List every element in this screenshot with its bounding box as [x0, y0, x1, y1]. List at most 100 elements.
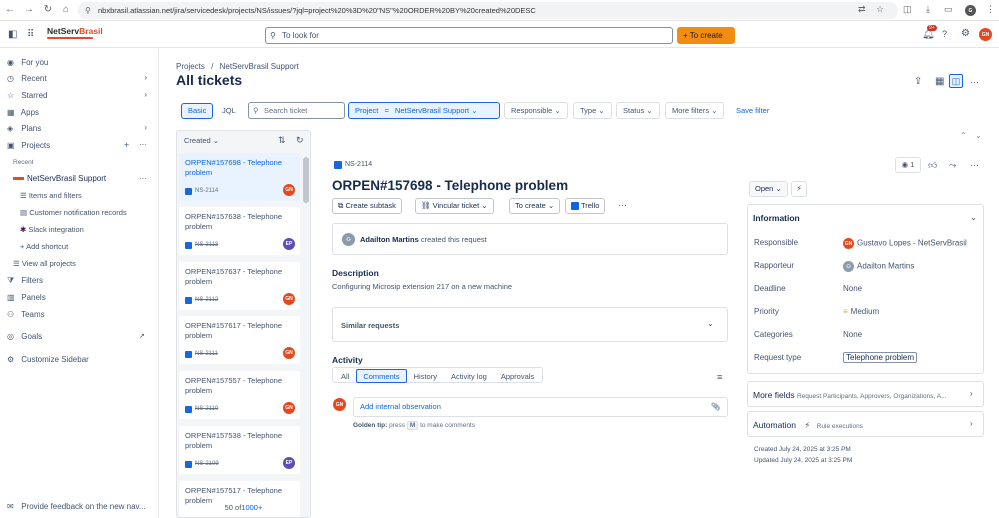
- sidebar-item-plans[interactable]: ◈ Plans: [7, 123, 41, 135]
- jql-mode-button[interactable]: JQL: [222, 106, 236, 115]
- tab-history[interactable]: History: [407, 369, 444, 383]
- chevron-right-icon[interactable]: ›: [144, 90, 147, 99]
- automation-panel[interactable]: Automation ⚡︎ Rule executions ›: [747, 411, 984, 437]
- sidebar-item-for-you[interactable]: ◉ For you: [7, 57, 48, 69]
- sidebar-item-items-filters[interactable]: ☰ Items and filters: [20, 191, 82, 200]
- to-create-dropdown[interactable]: To create ⌄: [509, 198, 561, 214]
- issue-title[interactable]: ORPEN#157698 - Telephone problem: [332, 178, 568, 193]
- issue-key[interactable]: NS-2114: [345, 161, 372, 168]
- extensions-icon[interactable]: ◫: [903, 4, 912, 15]
- similar-requests-panel[interactable]: Similar requests ⌄: [332, 307, 728, 342]
- sidebar-item-customize[interactable]: ⚙ Customize Sidebar: [7, 354, 89, 366]
- project-more-icon[interactable]: ···: [139, 174, 147, 183]
- sidebar-item-slack[interactable]: ✱ Slack integration: [20, 225, 84, 234]
- chevron-right-icon[interactable]: ›: [144, 73, 147, 82]
- sidebar-item-goals[interactable]: ◎ Goals: [7, 331, 42, 343]
- field-value[interactable]: GN Gustavo Lopes - NetServBrasil: [843, 238, 967, 249]
- create-subtask-button[interactable]: ⧉ Create subtask: [332, 198, 402, 214]
- field-value[interactable]: ≡ Medium: [843, 307, 879, 316]
- watchers-button[interactable]: ◉ 1: [895, 157, 921, 173]
- ticket-card[interactable]: ORPEN#157638 - Telephone problem NS-2113 E…: [179, 207, 300, 255]
- refresh-icon[interactable]: ↻: [296, 135, 304, 146]
- sidebar-item-panels[interactable]: ▥ Panels: [7, 292, 46, 304]
- sidebar-item-projects[interactable]: ▣ Projects: [7, 140, 50, 152]
- sidebar-item-view-all-projects[interactable]: ☰ View all projects: [13, 259, 76, 268]
- browser-menu-icon[interactable]: ⋮: [986, 4, 995, 15]
- feedback-link[interactable]: ✉ Provide feedback on the new nav...: [7, 501, 146, 513]
- forward-icon[interactable]: →: [23, 4, 35, 15]
- sidebar-item-apps[interactable]: ▦ Apps: [7, 107, 39, 119]
- attachment-icon[interactable]: 📎︎: [711, 398, 721, 416]
- help-icon[interactable]: ?: [942, 29, 947, 39]
- chevron-down-icon[interactable]: ⌄: [707, 319, 714, 328]
- settings-gear-icon[interactable]: ⚙: [961, 28, 970, 39]
- sort-order-icon[interactable]: ⇅: [278, 135, 286, 146]
- responsible-filter[interactable]: Responsible ⌄: [504, 102, 568, 119]
- field-value[interactable]: None: [843, 330, 862, 339]
- sidebar-item-add-shortcut[interactable]: + Add shortcut: [20, 242, 68, 251]
- status-dropdown[interactable]: Open ⌄: [749, 181, 788, 197]
- translate-icon[interactable]: ⇄: [858, 4, 866, 15]
- more-filters-button[interactable]: More filters ⌄: [665, 102, 725, 119]
- description-text[interactable]: Configuring Microsip extension 217 on a …: [332, 282, 512, 291]
- basic-mode-button[interactable]: Basic: [181, 103, 214, 119]
- field-value[interactable]: None: [843, 284, 862, 293]
- tab-activity-log[interactable]: Activity log: [444, 369, 494, 383]
- requester-name[interactable]: Adailton Martins: [360, 235, 419, 244]
- field-value[interactable]: ⚇ Adailton Martins: [843, 261, 914, 272]
- sidebar-toggle-icon[interactable]: ◧: [8, 29, 17, 40]
- information-heading[interactable]: Information: [753, 213, 800, 223]
- sort-created-dropdown[interactable]: Created ⌄: [184, 136, 219, 145]
- tab-approvals[interactable]: Approvals: [494, 369, 541, 383]
- browser-profile-avatar[interactable]: G: [965, 5, 976, 16]
- sidebar-item-customer-notifications[interactable]: ▤ Customer notification records: [20, 208, 127, 217]
- side-panel-icon[interactable]: ▭: [944, 4, 953, 15]
- ticket-card[interactable]: ORPEN#157617 - Telephone problem NS-2111 G…: [179, 316, 300, 364]
- chevron-right-icon[interactable]: ›: [144, 123, 147, 132]
- reload-icon[interactable]: ↻: [42, 4, 54, 15]
- list-scrollbar[interactable]: [303, 157, 309, 203]
- trello-button[interactable]: Trello: [565, 198, 606, 214]
- sidebar-item-filters[interactable]: ⧩ Filters: [7, 275, 43, 287]
- ticket-search-input[interactable]: ⚲ Search ticket: [248, 102, 345, 119]
- next-ticket-icon[interactable]: ⌄: [975, 131, 982, 140]
- sidebar-project-netservbrasil[interactable]: NetServBrasil Support: [13, 174, 106, 183]
- external-link-icon[interactable]: ↗: [139, 332, 145, 340]
- save-filter-link[interactable]: Save filter: [736, 106, 769, 115]
- downloads-icon[interactable]: ⤓: [926, 4, 930, 15]
- sidebar-item-recent[interactable]: ◷ Recent: [7, 73, 47, 85]
- add-internal-observation-input[interactable]: Add internal observation 📎︎: [353, 397, 728, 417]
- breadcrumb-projects[interactable]: Projects: [176, 62, 205, 71]
- more-actions-icon[interactable]: ···: [970, 160, 979, 170]
- pagination-total-link[interactable]: 1000+: [241, 503, 262, 512]
- tab-comments[interactable]: Comments: [356, 369, 407, 383]
- home-icon[interactable]: ⌂: [60, 4, 72, 15]
- user-avatar[interactable]: GN: [979, 28, 992, 41]
- more-options-icon[interactable]: ···: [139, 140, 147, 149]
- status-filter[interactable]: Status ⌄: [616, 102, 660, 119]
- more-fields-panel[interactable]: More fields Request Participants, Approv…: [747, 381, 984, 407]
- field-value[interactable]: Telephone problem: [843, 352, 918, 363]
- ticket-card[interactable]: ORPEN#157698 - Telephone problem NS-2114 G…: [179, 153, 300, 201]
- share-export-icon[interactable]: ⇪: [914, 76, 922, 87]
- chevron-down-icon[interactable]: ⌄: [970, 213, 977, 222]
- app-switcher-icon[interactable]: ⠿: [27, 29, 34, 40]
- global-search-input[interactable]: ⚲ To look for: [265, 27, 673, 44]
- bookmark-star-icon[interactable]: ☆: [876, 4, 884, 15]
- more-actions-icon[interactable]: ···: [618, 200, 627, 210]
- more-actions-icon[interactable]: ···: [970, 77, 979, 87]
- ticket-card[interactable]: ORPEN#157557 - Telephone problem NS-2110 G…: [179, 371, 300, 419]
- tab-all[interactable]: All: [334, 369, 356, 383]
- breadcrumb-project[interactable]: NetServBrasil Support: [220, 62, 299, 71]
- sidebar-item-starred[interactable]: ☆ Starred: [7, 90, 47, 102]
- sidebar-item-teams[interactable]: ⚇ Teams: [7, 309, 45, 321]
- share-icon[interactable]: ⤳: [949, 160, 956, 171]
- ticket-card[interactable]: ORPEN#157538 - Telephone problem NS-2109 E…: [179, 426, 300, 474]
- address-bar[interactable]: ⚲ nbxbrasil.atlassian.net/jira/servicede…: [78, 2, 898, 19]
- list-view-icon[interactable]: ▦: [935, 76, 944, 87]
- site-info-icon[interactable]: ⚲: [85, 2, 91, 19]
- type-filter[interactable]: Type ⌄: [573, 102, 612, 119]
- sort-activity-icon[interactable]: ≡: [717, 372, 722, 382]
- ticket-card[interactable]: ORPEN#157637 - Telephone problem NS-2112 G…: [179, 262, 300, 310]
- ticket-card[interactable]: ORPEN#157517 - Telephone problem: [179, 481, 300, 517]
